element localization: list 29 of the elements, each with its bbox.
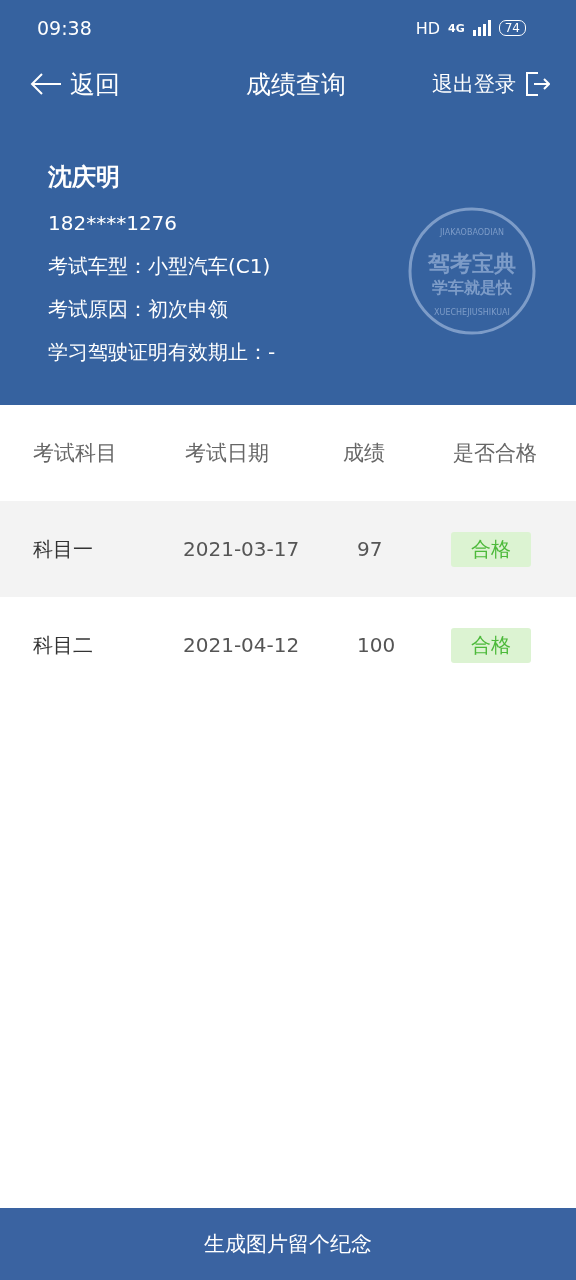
logout-icon [524, 71, 550, 97]
back-arrow-icon [30, 72, 62, 96]
user-name: 沈庆明 [48, 162, 120, 193]
column-header: 考试科目 [33, 440, 118, 467]
back-button[interactable]: 返回 [30, 67, 120, 101]
result-badge: 合格 [451, 627, 531, 663]
info-line: 考试原因：初次申领 [48, 296, 228, 323]
result-badge: 合格 [451, 531, 531, 567]
network-type: 4G [448, 21, 465, 35]
phone-number: 182****1276 [48, 210, 178, 237]
subject-cell-text: 科目一 [33, 535, 94, 563]
column-header: 成绩 [343, 440, 386, 467]
score-cell-text: 97 [357, 537, 384, 561]
date-cell-text: 2021-04-12 [183, 633, 301, 657]
signal-icon [472, 20, 491, 36]
info-line: 学习驾驶证明有效期止：- [48, 339, 276, 366]
stamp: JIAKAOBAODIAN 驾考宝典 学车就是快 XUECHEJIUSHIKUAI [406, 205, 538, 337]
info-line: 考试车型：小型汽车(C1) [48, 253, 271, 280]
battery-level: 74 [498, 20, 526, 36]
column-header: 是否合格 [453, 440, 538, 467]
column-header: 考试日期 [185, 440, 270, 467]
clock: 09:38 [37, 17, 92, 39]
logout-button[interactable]: 退出登录 [432, 70, 550, 98]
score-cell-text: 100 [357, 633, 397, 657]
date-cell-text: 2021-03-17 [183, 537, 301, 561]
generate-image-button[interactable]: 生成图片留个纪念 [0, 1208, 576, 1280]
subject-cell-text: 科目二 [33, 631, 94, 659]
hd-indicator: HD [415, 18, 441, 38]
page-title: 成绩查询 [246, 68, 346, 101]
